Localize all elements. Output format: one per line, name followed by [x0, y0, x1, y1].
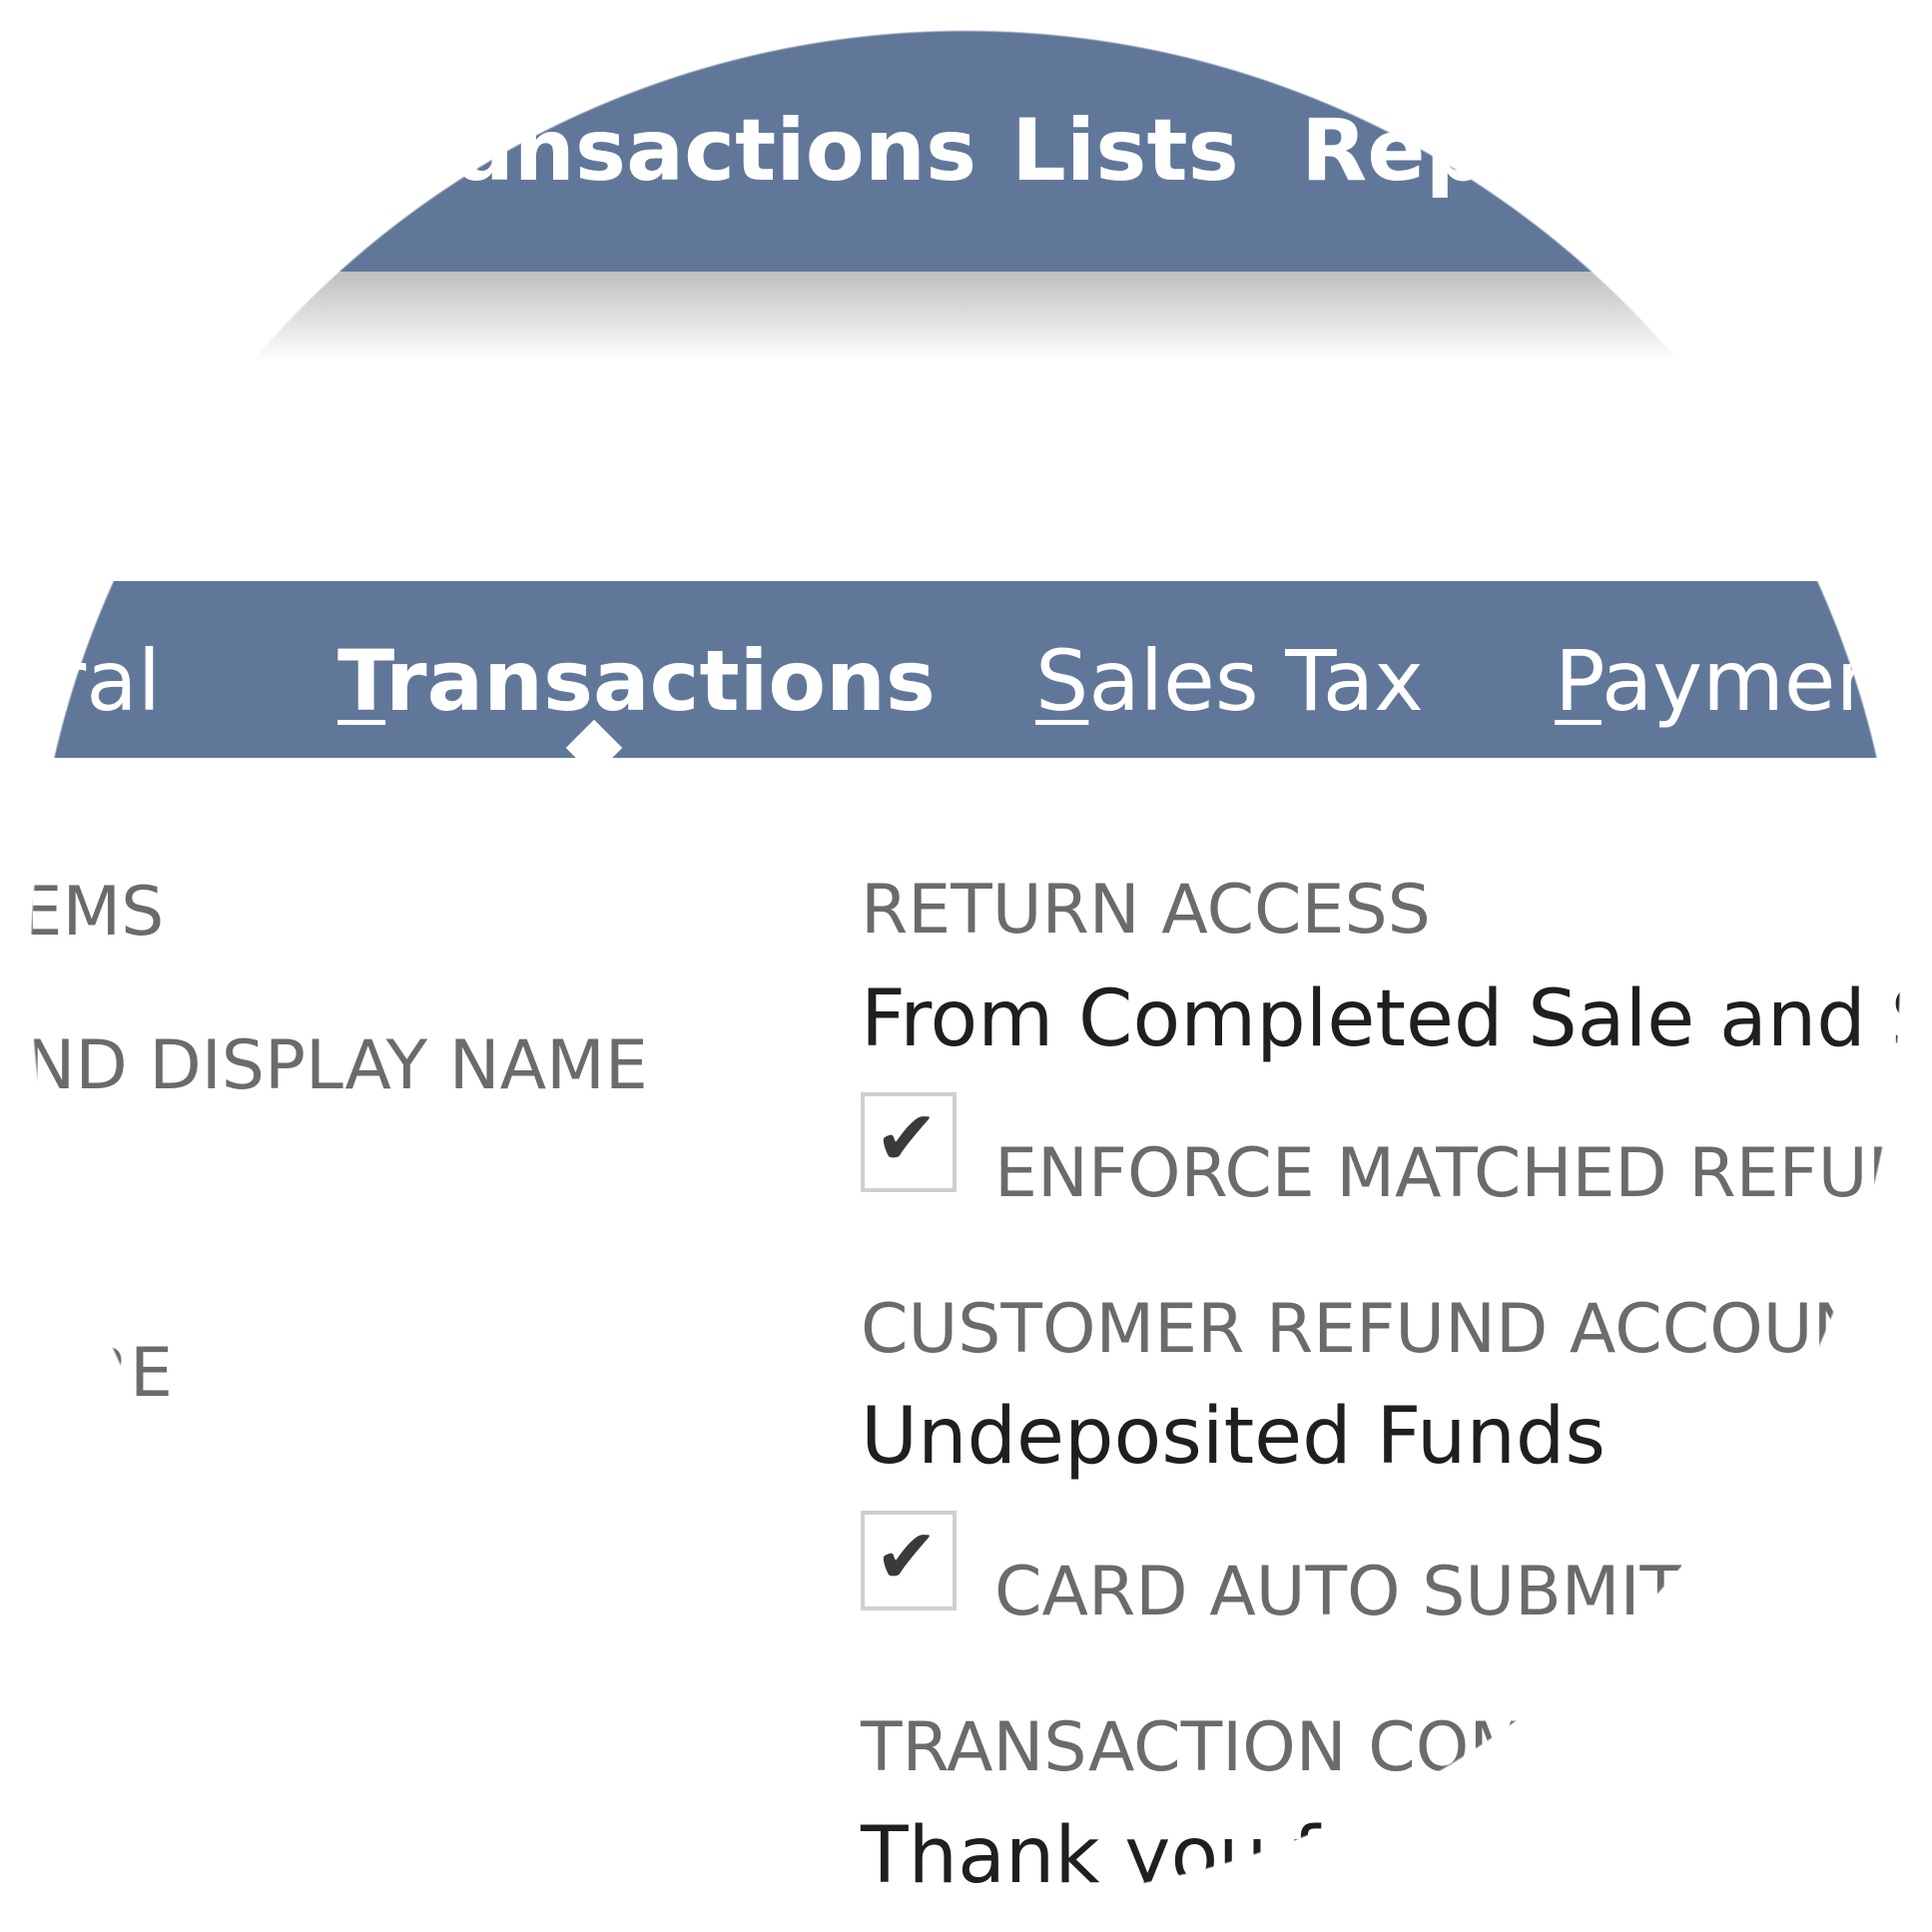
card-auto-submit-label: CARD AUTO SUBMIT — [994, 1553, 1682, 1631]
top-nav-lists[interactable]: Lists — [1011, 108, 1239, 194]
tab-payments-mnemonic: P — [1555, 632, 1602, 730]
checkmark-icon: ✔ — [875, 1093, 939, 1182]
transaction-complete-message-value[interactable]: Thank you for — [861, 1817, 1400, 1895]
tab-payments[interactable]: Payment — [1555, 639, 1922, 723]
top-nav: Transactions Lists Repo — [0, 0, 1932, 272]
left-label-signature: 'RE — [64, 1334, 173, 1413]
return-access-label: RETURN ACCESS — [861, 871, 1431, 950]
checkmark-icon: ✔ — [875, 1512, 939, 1601]
tab-general-label: eral — [0, 632, 162, 730]
tab-transactions-label: ransactions — [385, 632, 936, 730]
tab-transactions[interactable]: Transactions — [337, 639, 936, 723]
tab-sales-tax-label: ales Tax — [1088, 632, 1424, 730]
tab-transactions-mnemonic: T — [337, 632, 386, 730]
tab-general[interactable]: eral — [0, 639, 161, 723]
customer-refund-account-value[interactable]: Undeposited Funds — [861, 1398, 1606, 1476]
top-nav-reports[interactable]: Repo — [1301, 108, 1546, 194]
left-label-display-name: AND DISPLAY NAME — [0, 1026, 648, 1105]
customer-refund-account-label: CUSTOMER REFUND ACCOUNT — [861, 1290, 1905, 1369]
top-nav-shadow — [0, 272, 1932, 361]
tab-sales-tax-mnemonic: S — [1035, 632, 1089, 730]
tab-payments-label: ayment — [1601, 632, 1922, 730]
return-access-value[interactable]: From Completed Sale and Sta — [861, 980, 1932, 1058]
enforce-matched-refund-checkbox[interactable]: ✔ — [861, 1092, 957, 1192]
card-auto-submit-checkbox[interactable]: ✔ — [861, 1511, 957, 1610]
left-label-items: TEMS — [0, 873, 165, 952]
top-nav-transactions[interactable]: Transactions — [364, 108, 976, 194]
preferences-tab-bar: eral Transactions Sales Tax Payment — [0, 581, 1932, 777]
enforce-matched-refund-label: ENFORCE MATCHED REFUN — [994, 1134, 1919, 1213]
tab-sales-tax[interactable]: Sales Tax — [1035, 639, 1424, 723]
transaction-complete-message-label: TRANSACTION COMP — [861, 1708, 1569, 1787]
